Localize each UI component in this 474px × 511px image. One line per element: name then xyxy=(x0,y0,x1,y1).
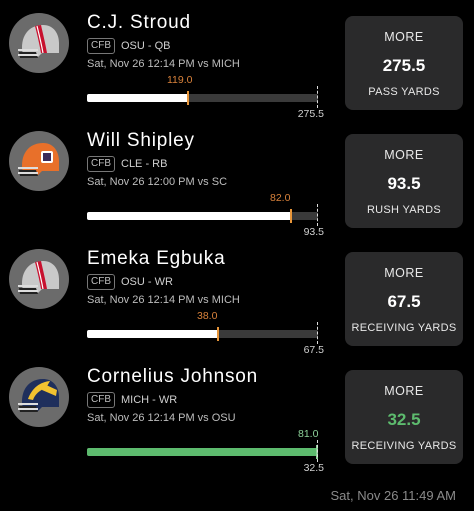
game-time: Sat, Nov 26 12:14 PM vs OSU xyxy=(87,412,236,424)
current-stat-value: 82.0 xyxy=(270,192,291,204)
pick-button[interactable]: MORE 275.5 PASS YARDS xyxy=(345,16,463,110)
current-stat-value: 119.0 xyxy=(167,74,193,86)
pick-line: 32.5 xyxy=(387,410,421,429)
pick-card[interactable]: Cornelius Johnson CFB MICH - WR Sat, Nov… xyxy=(0,354,474,474)
progress-bar xyxy=(87,440,318,462)
league-badge: CFB xyxy=(87,392,115,408)
progress-bar xyxy=(87,86,318,108)
player-meta: CFB MICH - WR xyxy=(87,392,177,408)
pick-direction: MORE xyxy=(384,148,424,162)
michigan-helmet-icon xyxy=(8,366,70,428)
pick-direction: MORE xyxy=(384,266,424,280)
pick-line: 93.5 xyxy=(387,174,421,193)
pick-direction: MORE xyxy=(384,30,424,44)
progress-fill xyxy=(87,94,187,102)
pick-direction: MORE xyxy=(384,384,424,398)
player-meta: CFB CLE - RB xyxy=(87,156,167,172)
osu-helmet-icon xyxy=(8,248,70,310)
player-name[interactable]: Will Shipley xyxy=(87,130,195,152)
player-meta: CFB OSU - QB xyxy=(87,38,171,54)
team-position: OSU - WR xyxy=(121,276,173,288)
progress-fill xyxy=(87,448,318,456)
progress-marker xyxy=(187,91,189,105)
team-position: OSU - QB xyxy=(121,40,171,52)
team-position: CLE - RB xyxy=(121,158,168,170)
pick-card[interactable]: C.J. Stroud CFB OSU - QB Sat, Nov 26 12:… xyxy=(0,0,474,120)
pick-button[interactable]: MORE 93.5 RUSH YARDS xyxy=(345,134,463,228)
clemson-helmet-icon xyxy=(8,130,70,192)
progress-marker xyxy=(217,327,219,341)
pick-stat-type: RECEIVING YARDS xyxy=(351,440,457,452)
pick-button[interactable]: MORE 32.5 RECEIVING YARDS xyxy=(345,370,463,464)
line-marker xyxy=(317,322,318,344)
pick-line: 67.5 xyxy=(387,292,421,311)
progress-fill xyxy=(87,212,290,220)
pick-line: 275.5 xyxy=(382,56,426,75)
player-meta: CFB OSU - WR xyxy=(87,274,173,290)
line-marker xyxy=(317,440,318,462)
footer-timestamp: Sat, Nov 26 11:49 AM xyxy=(330,488,457,503)
progress-fill xyxy=(87,330,217,338)
current-stat-value: 81.0 xyxy=(298,428,319,440)
team-position: MICH - WR xyxy=(121,394,178,406)
pick-stat-type: RECEIVING YARDS xyxy=(351,322,457,334)
game-time: Sat, Nov 26 12:14 PM vs MICH xyxy=(87,58,240,70)
line-marker xyxy=(317,204,318,226)
pick-card[interactable]: Will Shipley CFB CLE - RB Sat, Nov 26 12… xyxy=(0,118,474,238)
league-badge: CFB xyxy=(87,156,115,172)
osu-helmet-icon xyxy=(8,12,70,74)
player-name[interactable]: Cornelius Johnson xyxy=(87,366,258,388)
progress-bar xyxy=(87,322,318,344)
progress-marker xyxy=(290,209,292,223)
pick-card[interactable]: Emeka Egbuka CFB OSU - WR Sat, Nov 26 12… xyxy=(0,236,474,356)
pick-stat-type: PASS YARDS xyxy=(368,86,440,98)
league-badge: CFB xyxy=(87,274,115,290)
current-stat-value: 38.0 xyxy=(197,310,218,322)
pick-button[interactable]: MORE 67.5 RECEIVING YARDS xyxy=(345,252,463,346)
projection-line-value: 32.5 xyxy=(303,462,324,474)
progress-bar xyxy=(87,204,318,226)
game-time: Sat, Nov 26 12:00 PM vs SC xyxy=(87,176,228,188)
pick-stat-type: RUSH YARDS xyxy=(366,204,442,216)
league-badge: CFB xyxy=(87,38,115,54)
game-time: Sat, Nov 26 12:14 PM vs MICH xyxy=(87,294,240,306)
player-name[interactable]: C.J. Stroud xyxy=(87,12,191,34)
player-name[interactable]: Emeka Egbuka xyxy=(87,248,225,270)
line-marker xyxy=(317,86,318,108)
